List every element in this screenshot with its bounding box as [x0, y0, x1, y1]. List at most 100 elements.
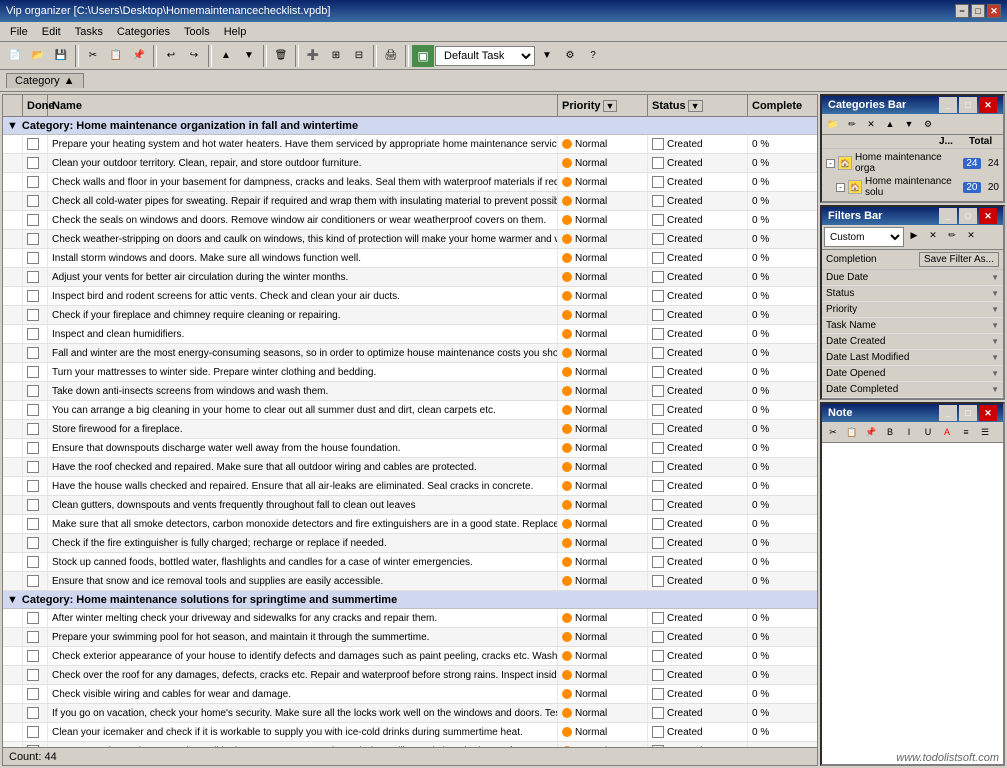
task-checkbox[interactable] — [27, 366, 39, 378]
filter-row[interactable]: Date Opened ▼ — [822, 366, 1003, 382]
task-checkbox[interactable] — [27, 707, 39, 719]
task-done-cell[interactable] — [23, 666, 48, 684]
cat2-tree-expand[interactable]: - — [836, 183, 845, 192]
paste-button[interactable]: 📌 — [128, 45, 150, 67]
cut-button[interactable]: ✂ — [82, 45, 104, 67]
undo-button[interactable]: ↩ — [160, 45, 182, 67]
task-checkbox[interactable] — [27, 404, 39, 416]
task-done-cell[interactable] — [23, 496, 48, 514]
filter-delete-btn[interactable]: ✕ — [962, 227, 980, 243]
task-done-cell[interactable] — [23, 173, 48, 191]
task-done-cell[interactable] — [23, 363, 48, 381]
help-button[interactable]: ? — [582, 45, 604, 67]
categories-panel-close[interactable]: ✕ — [979, 97, 997, 113]
task-checkbox[interactable] — [27, 442, 39, 454]
menu-edit[interactable]: Edit — [36, 25, 67, 39]
menu-file[interactable]: File — [4, 25, 34, 39]
filter-row[interactable]: Date Last Modified ▼ — [822, 350, 1003, 366]
menu-categories[interactable]: Categories — [111, 25, 176, 39]
filter-row[interactable]: Status ▼ — [822, 286, 1003, 302]
note-panel-min[interactable]: _ — [939, 405, 957, 421]
task-done-cell[interactable] — [23, 287, 48, 305]
task-checkbox[interactable] — [27, 650, 39, 662]
filter-clear-btn[interactable]: ✕ — [924, 227, 942, 243]
task-checkbox[interactable] — [27, 138, 39, 150]
task-checkbox[interactable] — [27, 385, 39, 397]
task-checkbox[interactable] — [27, 461, 39, 473]
task-done-cell[interactable] — [23, 515, 48, 533]
task-checkbox[interactable] — [27, 157, 39, 169]
category-tab[interactable]: Category ▲ — [6, 73, 84, 88]
task-checkbox[interactable] — [27, 631, 39, 643]
filter-icon[interactable]: ▣ — [412, 45, 434, 67]
close-button[interactable]: ✕ — [987, 4, 1001, 18]
note-bold-btn[interactable]: B — [881, 424, 899, 440]
cat-tree-item-2[interactable]: - 🏠 Home maintenance solu 20 20 — [824, 175, 1001, 199]
delete-button[interactable]: 🗑 — [270, 45, 292, 67]
note-under-btn[interactable]: U — [919, 424, 937, 440]
task-checkbox[interactable] — [27, 195, 39, 207]
filter-edit-btn[interactable]: ✏ — [943, 227, 961, 243]
task-done-cell[interactable] — [23, 401, 48, 419]
filters-panel-min[interactable]: _ — [939, 208, 957, 224]
th-status[interactable]: Status ▼ — [648, 95, 748, 116]
task-checkbox[interactable] — [27, 309, 39, 321]
note-copy-btn[interactable]: 📋 — [843, 424, 861, 440]
task-checkbox[interactable] — [27, 252, 39, 264]
task-checkbox[interactable] — [27, 726, 39, 738]
up-button[interactable]: ▲ — [215, 45, 237, 67]
cat-tree-item-1[interactable]: - 🏠 Home maintenance orga 24 24 — [824, 151, 1001, 175]
maximize-button[interactable]: □ — [971, 4, 985, 18]
task-checkbox[interactable] — [27, 688, 39, 700]
filter-row[interactable]: Date Completed ▼ — [822, 382, 1003, 398]
note-color-btn[interactable]: A — [938, 424, 956, 440]
task-checkbox[interactable] — [27, 518, 39, 530]
cat-edit-btn[interactable]: ✏ — [843, 116, 861, 132]
task-done-cell[interactable] — [23, 534, 48, 552]
add-subtask-button[interactable]: ➕ — [302, 45, 324, 67]
cat1-expand-icon[interactable]: ▼ — [7, 120, 18, 132]
filter-custom-select[interactable]: Custom — [824, 227, 904, 247]
task-checkbox[interactable] — [27, 233, 39, 245]
cat-down-btn[interactable]: ▼ — [900, 116, 918, 132]
note-align-btn[interactable]: ≡ — [957, 424, 975, 440]
task-done-cell[interactable] — [23, 135, 48, 153]
menu-tools[interactable]: Tools — [178, 25, 216, 39]
task-done-cell[interactable] — [23, 420, 48, 438]
task-done-cell[interactable] — [23, 572, 48, 590]
redo-button[interactable]: ↪ — [183, 45, 205, 67]
task-checkbox[interactable] — [27, 499, 39, 511]
filter-row[interactable]: Task Name ▼ — [822, 318, 1003, 334]
collapse-button[interactable]: ⊟ — [348, 45, 370, 67]
minimize-button[interactable]: − — [955, 4, 969, 18]
task-done-cell[interactable] — [23, 439, 48, 457]
filter-dropdown-button[interactable]: ▼ — [536, 45, 558, 67]
filters-panel-max[interactable]: □ — [959, 208, 977, 224]
filter-row[interactable]: Priority ▼ — [822, 302, 1003, 318]
task-done-cell[interactable] — [23, 325, 48, 343]
task-done-cell[interactable] — [23, 249, 48, 267]
task-done-cell[interactable] — [23, 685, 48, 703]
task-checkbox[interactable] — [27, 290, 39, 302]
task-checkbox[interactable] — [27, 480, 39, 492]
copy-button[interactable]: 📋 — [105, 45, 127, 67]
status-sort-btn[interactable]: ▼ — [688, 100, 703, 112]
task-checkbox[interactable] — [27, 328, 39, 340]
note-paste-btn[interactable]: 📌 — [862, 424, 880, 440]
note-list-btn[interactable]: ☰ — [976, 424, 994, 440]
menu-help[interactable]: Help — [218, 25, 253, 39]
task-done-cell[interactable] — [23, 458, 48, 476]
filters-panel-close[interactable]: ✕ — [979, 208, 997, 224]
filter-row[interactable]: Due Date ▼ — [822, 270, 1003, 286]
open-button[interactable]: 📂 — [27, 45, 49, 67]
cat1-tree-expand[interactable]: - — [826, 159, 835, 168]
task-done-cell[interactable] — [23, 192, 48, 210]
task-done-cell[interactable] — [23, 382, 48, 400]
note-cut-btn[interactable]: ✂ — [824, 424, 842, 440]
cat-up-btn[interactable]: ▲ — [881, 116, 899, 132]
task-checkbox[interactable] — [27, 347, 39, 359]
task-done-cell[interactable] — [23, 553, 48, 571]
task-checkbox[interactable] — [27, 176, 39, 188]
cat2-expand-icon[interactable]: ▼ — [7, 594, 18, 606]
task-done-cell[interactable] — [23, 230, 48, 248]
